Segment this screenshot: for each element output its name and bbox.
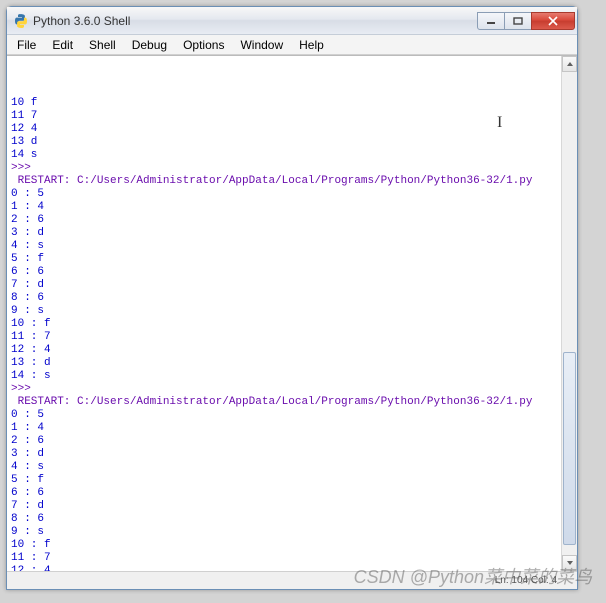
shell-line: 10 : f xyxy=(11,539,557,552)
shell-line: 7 : d xyxy=(11,279,557,292)
minimize-button[interactable] xyxy=(477,12,505,30)
menubar: File Edit Shell Debug Options Window Hel… xyxy=(7,35,577,55)
scroll-down-button[interactable] xyxy=(562,555,577,571)
scroll-up-button[interactable] xyxy=(562,56,577,72)
close-button[interactable] xyxy=(531,12,575,30)
shell-line: 9 : s xyxy=(11,526,557,539)
shell-line: 12 : 4 xyxy=(11,565,557,571)
shell-line: 12 : 4 xyxy=(11,344,557,357)
maximize-button[interactable] xyxy=(504,12,532,30)
text-cursor-icon: I xyxy=(497,116,502,129)
shell-line: 5 : f xyxy=(11,474,557,487)
shell-window: Python 3.6.0 Shell File Edit Shell Debug… xyxy=(6,6,578,590)
shell-line: 4 : s xyxy=(11,461,557,474)
shell-line: RESTART: C:/Users/Administrator/AppData/… xyxy=(11,175,557,188)
shell-line: 2 : 6 xyxy=(11,214,557,227)
menu-file[interactable]: File xyxy=(9,36,44,54)
menu-help[interactable]: Help xyxy=(291,36,332,54)
menu-options[interactable]: Options xyxy=(175,36,232,54)
shell-line: 6 : 6 xyxy=(11,487,557,500)
shell-line: 10 : f xyxy=(11,318,557,331)
titlebar[interactable]: Python 3.6.0 Shell xyxy=(7,7,577,35)
shell-line: 2 : 6 xyxy=(11,435,557,448)
shell-line: 14 s xyxy=(11,149,557,162)
shell-line: 3 : d xyxy=(11,227,557,240)
shell-line: 8 : 6 xyxy=(11,513,557,526)
menu-debug[interactable]: Debug xyxy=(124,36,175,54)
cursor-position: Ln: 104 Col: 4 xyxy=(495,575,557,586)
menu-window[interactable]: Window xyxy=(232,36,291,54)
statusbar: Ln: 104 Col: 4 xyxy=(7,571,577,589)
shell-line: >>> xyxy=(11,162,557,175)
menu-shell[interactable]: Shell xyxy=(81,36,124,54)
shell-line: 5 : f xyxy=(11,253,557,266)
shell-line: 14 : s xyxy=(11,370,557,383)
window-controls xyxy=(478,12,575,30)
shell-line: 12 4 xyxy=(11,123,557,136)
python-icon xyxy=(13,13,29,29)
menu-edit[interactable]: Edit xyxy=(44,36,81,54)
shell-line: >>> xyxy=(11,383,557,396)
shell-line: RESTART: C:/Users/Administrator/AppData/… xyxy=(11,396,557,409)
shell-line: 3 : d xyxy=(11,448,557,461)
shell-line: 6 : 6 xyxy=(11,266,557,279)
shell-line: 9 : s xyxy=(11,305,557,318)
shell-line: 13 d xyxy=(11,136,557,149)
shell-line: 11 : 7 xyxy=(11,331,557,344)
content-area: I 10 f11 712 413 d14 s>>> RESTART: C:/Us… xyxy=(7,55,577,571)
shell-line: 0 : 5 xyxy=(11,188,557,201)
shell-line: 11 : 7 xyxy=(11,552,557,565)
shell-line: 1 : 4 xyxy=(11,201,557,214)
vertical-scrollbar[interactable] xyxy=(561,56,577,571)
scroll-thumb[interactable] xyxy=(563,352,576,545)
shell-line: 8 : 6 xyxy=(11,292,557,305)
scroll-track[interactable] xyxy=(562,72,577,555)
shell-line: 0 : 5 xyxy=(11,409,557,422)
window-title: Python 3.6.0 Shell xyxy=(33,14,478,28)
shell-line: 10 f xyxy=(11,97,557,110)
shell-line: 13 : d xyxy=(11,357,557,370)
shell-line: 11 7 xyxy=(11,110,557,123)
shell-line: 4 : s xyxy=(11,240,557,253)
shell-text[interactable]: I 10 f11 712 413 d14 s>>> RESTART: C:/Us… xyxy=(7,56,561,571)
shell-line: 1 : 4 xyxy=(11,422,557,435)
shell-line: 7 : d xyxy=(11,500,557,513)
